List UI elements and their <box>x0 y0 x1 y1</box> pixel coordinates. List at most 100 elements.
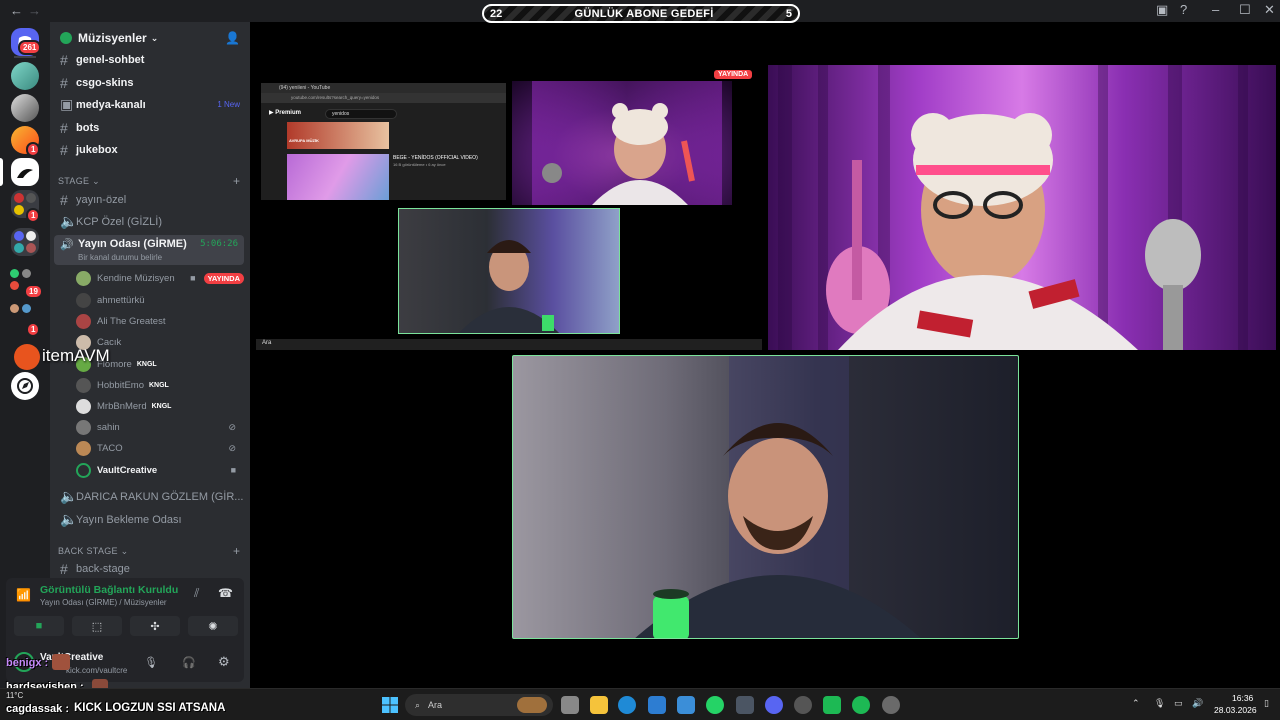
itemavm-brand: itemAVM <box>42 346 110 365</box>
noise-suppression-icon[interactable]: ⫽ <box>194 586 199 601</box>
signal-icon[interactable]: 📶 <box>16 588 31 602</box>
server-folder-icon[interactable] <box>11 228 39 256</box>
user-name: sahin <box>97 421 120 433</box>
tray-microphone-icon[interactable]: 🎙 <box>1154 698 1165 709</box>
notifications-icon[interactable]: ▯ <box>1264 698 1269 709</box>
camera-button[interactable]: ■ <box>14 616 64 636</box>
voice-user[interactable]: HobbitEmo KNGL <box>76 375 244 395</box>
hash-icon: # <box>60 191 68 208</box>
dm-badge: 261 <box>18 40 42 55</box>
clock-date[interactable]: 28.03.2026 <box>1214 705 1257 715</box>
channel-medya-kanali[interactable]: ▣ medya-kanalı 1 New <box>56 94 244 115</box>
file-explorer-icon[interactable] <box>590 696 608 714</box>
user-name: Ali The Greatest <box>97 315 166 327</box>
user-name: Kendine Müzisyen <box>97 272 175 284</box>
add-member-icon[interactable]: 👤 <box>225 31 240 45</box>
avatar <box>76 398 91 414</box>
mail-icon[interactable] <box>677 696 695 714</box>
voice-user[interactable]: Kendine Müzisyen ■ YAYINDA <box>76 268 244 288</box>
channel-label: DARICA RAKUN GÖZLEM (GİR... <box>76 490 244 503</box>
webcam-main[interactable] <box>512 355 1019 639</box>
webcam-small[interactable] <box>398 208 620 334</box>
user-name: VaultCreative <box>97 464 158 476</box>
speaker-icon: 🔊 <box>60 239 74 251</box>
whatsapp-icon[interactable] <box>706 696 724 714</box>
voice-user[interactable]: MrbBnMerd KNGL <box>76 396 244 416</box>
streamer-video-main[interactable] <box>768 65 1276 350</box>
add-channel-icon[interactable]: + <box>233 544 240 558</box>
voice-status[interactable]: Bir kanal durumu belirle <box>78 253 162 262</box>
connection-channel[interactable]: Yayın Odası (GİRME) / Müzisyenler <box>40 598 167 607</box>
channel-kcp-ozel[interactable]: 🔈 KCP Özel (GİZLİ) <box>56 211 244 232</box>
start-icon[interactable] <box>381 696 399 714</box>
back-arrow-icon[interactable]: ← <box>10 3 23 18</box>
volume-icon[interactable]: 🔊 <box>1192 698 1203 709</box>
disconnect-icon[interactable]: ☎ <box>218 586 233 600</box>
channel-yayin-ozel[interactable]: # yayın-özel <box>56 189 244 210</box>
add-channel-icon[interactable]: + <box>233 174 240 188</box>
active-voice-channel[interactable]: 🔊 Yayın Odası (GİRME) 5:06:26 Bir kanal … <box>54 235 244 265</box>
headphones-icon[interactable]: 🎧 <box>182 656 196 669</box>
settings-gear-icon[interactable]: ⚙ <box>218 654 230 670</box>
search-icon: ⌕ <box>415 699 421 710</box>
maximize-button[interactable]: ☐ <box>1239 2 1251 18</box>
screen-share-browser[interactable]: (94) yenileni - YouTube youtube.com/resu… <box>261 83 506 200</box>
voice-user[interactable]: TACO ⊘ <box>76 438 244 458</box>
channel-back-stage[interactable]: # back-stage <box>56 558 244 579</box>
tray-chevron-icon[interactable]: ⌃ <box>1132 698 1140 709</box>
inbox-icon[interactable]: ▣ <box>1156 2 1168 18</box>
speaker-icon: 🔈 <box>60 213 78 229</box>
taskbar-search[interactable]: ⌕ Ara <box>405 694 553 716</box>
soundboard-button[interactable]: ✺ <box>188 616 238 636</box>
channel-bots[interactable]: # bots <box>56 117 244 138</box>
video-label: AVRUPA MÜZİK <box>289 138 319 143</box>
channel-darica[interactable]: 🔈 DARICA RAKUN GÖZLEM (GİR... <box>56 486 244 507</box>
weather-temperature[interactable]: 11°C <box>6 691 23 700</box>
user-subtitle: kick.com/vaultcre <box>66 666 128 675</box>
edge-browser-icon[interactable] <box>618 696 636 714</box>
category-back-stage[interactable]: BACK STAGE ⌄ <box>58 546 129 557</box>
settings-icon[interactable] <box>882 696 900 714</box>
voice-user-self[interactable]: VaultCreative ■ <box>76 460 244 480</box>
network-icon[interactable]: ▭ <box>1174 698 1183 709</box>
server-icon[interactable] <box>11 62 39 90</box>
server-icon-muzisyenler[interactable] <box>11 158 39 186</box>
obs-icon[interactable] <box>794 696 812 714</box>
user-name: ahmettürkü <box>97 294 145 306</box>
voice-timer: 5:06:26 <box>200 239 238 249</box>
app-icon[interactable] <box>736 696 754 714</box>
channel-csgo-skins[interactable]: # csgo-skins <box>56 72 244 93</box>
voice-user[interactable]: Ali The Greatest <box>76 311 244 331</box>
user-name: MrbBnMerd <box>97 400 147 412</box>
video-meta: 16 B görüntüleme • 6 ay önce <box>393 162 446 167</box>
spotify-icon[interactable] <box>852 696 870 714</box>
streamer-video-small[interactable] <box>512 81 732 205</box>
forward-arrow-icon[interactable]: → <box>28 3 41 18</box>
deafened-icon: ⊘ <box>228 421 236 432</box>
close-button[interactable]: ✕ <box>1264 2 1275 18</box>
microphone-icon[interactable]: 🎙 <box>144 656 158 669</box>
minimize-button[interactable]: – <box>1212 2 1219 17</box>
voice-user[interactable]: ahmettürkü <box>76 290 244 310</box>
category-stage[interactable]: STAGE ⌄ <box>58 176 100 187</box>
app-icon[interactable] <box>823 696 841 714</box>
activities-button[interactable]: ✣ <box>130 616 180 636</box>
channel-jukebox[interactable]: # jukebox <box>56 139 244 160</box>
role-tag: KNGL <box>151 402 172 410</box>
screen-share-button[interactable]: ⬚ <box>72 616 122 636</box>
channel-bekleme[interactable]: 🔈 Yayın Bekleme Odası <box>56 509 244 530</box>
goal-current: 22 <box>490 7 503 20</box>
voice-user[interactable]: sahin ⊘ <box>76 417 244 437</box>
help-icon[interactable]: ? <box>1180 2 1187 17</box>
discover-icon[interactable] <box>11 372 39 400</box>
server-icon[interactable] <box>11 94 39 122</box>
server-folder-icon[interactable] <box>10 304 40 320</box>
store-icon[interactable] <box>648 696 666 714</box>
chevron-down-icon: ⌄ <box>150 32 159 43</box>
channel-genel-sohbet[interactable]: # genel-sohbet <box>56 49 244 70</box>
discord-icon[interactable] <box>765 696 783 714</box>
hash-icon: # <box>60 51 68 68</box>
task-view-icon[interactable] <box>561 696 579 714</box>
clock-time[interactable]: 16:36 <box>1232 693 1253 703</box>
avatar <box>76 419 91 435</box>
